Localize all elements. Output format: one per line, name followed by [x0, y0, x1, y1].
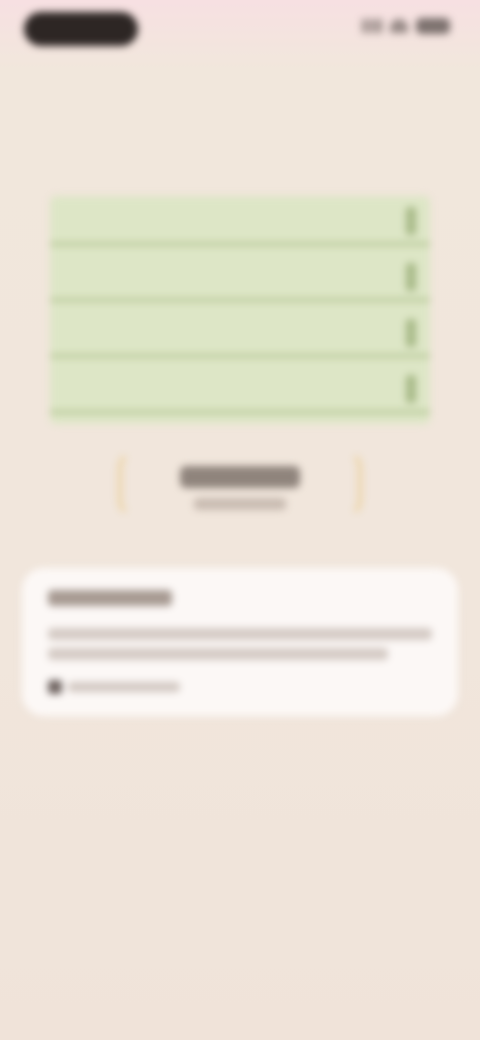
blurred-screen: 9:41: [0, 0, 480, 1040]
row-marker-icon: [406, 263, 416, 291]
status-icons: [362, 18, 450, 34]
row-marker-icon: [406, 319, 416, 347]
right-bracket-icon: [326, 450, 362, 518]
left-bracket-icon: [118, 450, 154, 518]
wifi-icon: [390, 19, 408, 33]
info-icon: [48, 680, 62, 694]
status-time: 9:41: [67, 21, 95, 37]
card-text-line-1: [48, 628, 432, 640]
list-item[interactable]: [50, 312, 430, 358]
center-control[interactable]: [110, 440, 370, 530]
card-text-line-2: [48, 648, 388, 660]
info-card[interactable]: [22, 568, 458, 716]
green-option-list: [50, 196, 430, 424]
row-marker-icon: [406, 207, 416, 235]
battery-icon: [416, 18, 450, 34]
center-sub-label: [194, 498, 286, 510]
card-link[interactable]: [68, 682, 180, 692]
list-item[interactable]: [50, 256, 430, 302]
list-item[interactable]: [50, 200, 430, 246]
card-title: [48, 590, 172, 606]
signal-icon: [362, 19, 382, 33]
center-label: [180, 466, 300, 488]
status-bar: 9:41: [0, 0, 480, 58]
status-time-pill: 9:41: [24, 12, 138, 46]
list-item[interactable]: [50, 368, 430, 414]
row-marker-icon: [406, 375, 416, 403]
